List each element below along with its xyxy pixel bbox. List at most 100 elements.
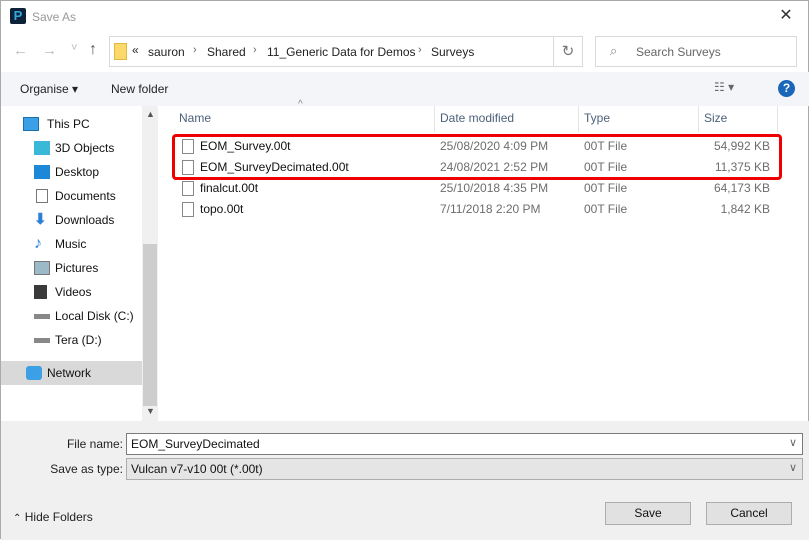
column-header-date[interactable]: Date modified [440,111,514,125]
breadcrumb-separator-icon: › [253,44,257,56]
back-button[interactable]: ← [13,42,28,59]
sidebar-item-downloads[interactable]: ⬇ Downloads [1,208,142,232]
sidebar-item-label: Downloads [55,213,115,227]
file-type: 00T File [584,202,628,216]
column-divider[interactable] [434,106,435,132]
save-as-dialog: P Save As ✕ ← → ˅ ↑ « sauron › Shared › … [0,0,809,540]
file-name-label: File name: [66,437,123,451]
view-options-button[interactable]: ☷ ▾ [714,80,734,94]
sidebar-item-documents[interactable]: Documents [1,184,142,208]
sidebar-item-network[interactable]: Network [1,361,142,385]
organise-button[interactable]: Organise ▾ [20,82,78,96]
document-icon [36,189,48,203]
breadcrumb-surveys[interactable]: Surveys [431,45,474,59]
close-button[interactable]: ✕ [771,5,801,27]
highlight-annotation [172,134,782,180]
file-name-value: EOM_SurveyDecimated [131,437,260,451]
sidebar-item-videos[interactable]: Videos [1,280,142,304]
overflow-chevron[interactable]: « [132,43,139,57]
scroll-down-icon[interactable]: ▼ [146,406,155,416]
file-row[interactable]: topo.00t 7/11/2018 2:20 PM 00T File 1,84… [172,199,782,220]
new-folder-button[interactable]: New folder [111,82,168,96]
up-button[interactable]: ↑ [89,41,97,59]
breadcrumb-separator-icon: › [193,44,197,56]
computer-icon [23,117,39,131]
file-size: 1,842 KB [720,202,770,216]
download-icon: ⬇ [34,211,47,228]
sidebar-item-this-pc[interactable]: This PC [1,112,142,136]
network-icon [26,366,42,380]
hide-folders-label: Hide Folders [24,510,93,524]
forward-button[interactable]: → [42,42,57,59]
save-as-type-label: Save as type: [50,462,123,476]
file-date: 7/11/2018 2:20 PM [440,202,541,216]
scroll-up-icon[interactable]: ▲ [146,109,155,119]
search-icon: ⌕ [610,43,618,58]
sidebar-item-label: Local Disk (C:) [55,309,134,323]
column-divider[interactable] [698,106,699,132]
sidebar-item-label: Music [55,237,87,251]
sidebar-item-label: 3D Objects [55,141,115,155]
folder-icon [114,43,127,60]
column-divider[interactable] [578,106,579,132]
sidebar-item-label: Pictures [55,261,99,275]
chevron-down-icon[interactable]: ∨ [789,461,797,474]
details-view-icon: ☷ [714,80,725,94]
file-icon [182,202,194,217]
file-name: finalcut.00t [200,181,259,195]
sidebar-item-desktop[interactable]: Desktop [1,160,142,184]
app-logo-icon: P [10,8,26,24]
sidebar-item-label: Documents [55,189,116,203]
title-bar: P Save As ✕ [1,1,809,31]
save-as-type-value: Vulcan v7-v10 00t (*.00t) [131,462,263,476]
drive-icon [34,314,50,319]
videos-icon [34,285,47,299]
desktop-icon [34,165,50,179]
breadcrumb-shared[interactable]: Shared [207,45,246,59]
address-bar[interactable]: « sauron › Shared › 11_Generic Data for … [109,36,583,67]
breadcrumb-generic-data[interactable]: 11_Generic Data for Demos [267,45,416,59]
chevron-down-icon[interactable]: ∨ [789,436,797,449]
window-title: Save As [32,10,77,24]
sidebar-item-local-disk-c[interactable]: Local Disk (C:) [1,304,142,328]
column-header-size[interactable]: Size [704,111,727,125]
save-button[interactable]: Save [605,502,691,525]
breadcrumb-sauron[interactable]: sauron [148,45,185,59]
file-name: topo.00t [200,202,244,216]
music-icon: ♪ [34,235,42,252]
cancel-button[interactable]: Cancel [706,502,792,525]
file-size: 64,173 KB [713,181,770,195]
hide-folders-button[interactable]: ⌃ Hide Folders [13,510,93,524]
sidebar-item-label: This PC [47,117,90,131]
file-type: 00T File [584,181,628,195]
sidebar-item-label: Desktop [55,165,100,179]
sidebar-item-3d-objects[interactable]: 3D Objects [1,136,142,160]
cube-icon [34,141,50,155]
refresh-button[interactable]: ↻ [553,36,583,67]
sidebar-item-tera-d[interactable]: Tera (D:) [1,328,142,352]
sidebar-item-label: Videos [55,285,92,299]
file-name-input[interactable]: EOM_SurveyDecimated ∨ [126,433,803,455]
help-button[interactable]: ? [778,80,795,97]
drive-icon [34,338,50,343]
save-as-type-select[interactable]: Vulcan v7-v10 00t (*.00t) ∨ [126,458,803,480]
sidebar-item-music[interactable]: ♪ Music [1,232,142,256]
breadcrumb-separator-icon: › [418,44,422,56]
column-header-name[interactable]: Name [179,111,211,125]
file-date: 25/10/2018 4:35 PM [440,181,549,195]
chevron-up-icon: ⌃ [13,513,22,524]
sidebar-item-label: Network [47,366,92,380]
search-placeholder: Search Surveys [636,45,721,59]
recent-locations-button[interactable]: ˅ [71,42,77,54]
navigation-pane: This PC 3D Objects Desktop Documents ⬇ Do… [1,106,142,421]
file-row[interactable]: finalcut.00t 25/10/2018 4:35 PM 00T File… [172,178,782,199]
sidebar-item-label: Tera (D:) [55,333,102,347]
scrollbar-thumb[interactable] [143,244,157,406]
column-header-type[interactable]: Type [584,111,610,125]
sidebar-item-pictures[interactable]: Pictures [1,256,142,280]
file-icon [182,181,194,196]
search-input[interactable]: ⌕ Search Surveys [595,36,797,67]
toolbar: Organise ▾ New folder ☷ ▾ ? [1,72,809,106]
sort-ascending-icon: ^ [298,99,303,110]
column-divider[interactable] [777,106,778,132]
